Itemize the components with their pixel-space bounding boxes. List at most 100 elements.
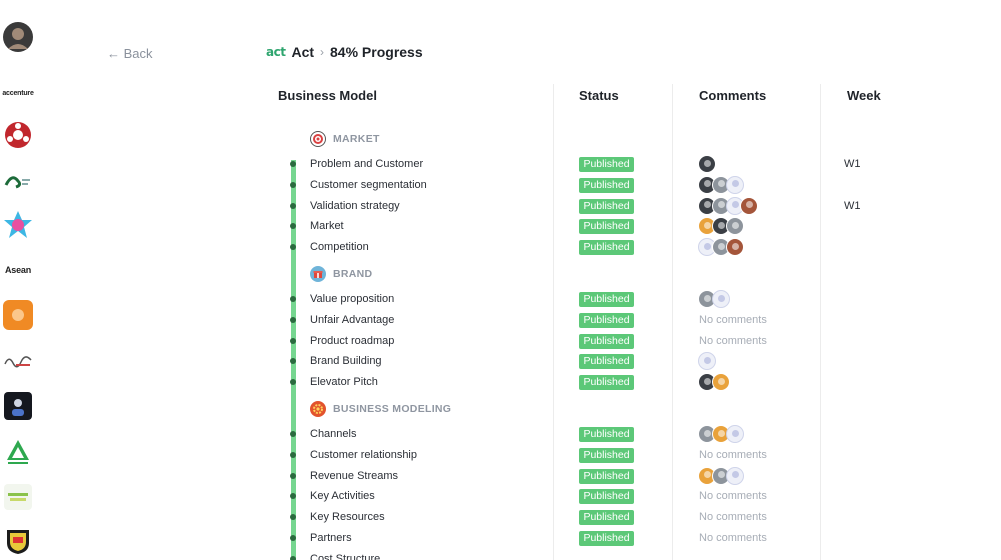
column-header-status: Status	[579, 88, 619, 103]
status-badge: Published	[579, 177, 634, 193]
avatar-head-icon	[745, 201, 753, 209]
commenter-avatar	[726, 466, 744, 485]
avatar-head-icon	[731, 471, 739, 479]
comment-avatars[interactable]	[698, 425, 744, 443]
avatar-head-icon	[703, 242, 711, 250]
asean-logo[interactable]: Asean	[3, 255, 33, 285]
user-avatar[interactable]	[3, 22, 33, 52]
status-badge: Published	[579, 157, 634, 172]
status-badge: Published	[579, 240, 634, 256]
row-label[interactable]: Customer relationship	[310, 449, 417, 461]
column-header-business-model: Business Model	[278, 88, 377, 103]
row-label[interactable]: Product roadmap	[310, 335, 394, 347]
section-header: BRAND	[310, 266, 372, 282]
green-triangle-logo[interactable]	[3, 437, 33, 467]
row-label[interactable]: Key Resources	[310, 511, 385, 523]
gift-icon	[310, 266, 326, 282]
dark-card-logo[interactable]	[3, 391, 33, 421]
timeline-dot	[290, 181, 296, 188]
row-label[interactable]: Value proposition	[310, 293, 394, 305]
no-comments-text: No comments	[699, 313, 767, 326]
comment-avatars[interactable]	[698, 238, 744, 257]
no-comments-text: No comments	[699, 490, 767, 503]
timeline-dot	[290, 472, 296, 479]
week-label: W1	[844, 158, 861, 170]
row-label[interactable]: Brand Building	[310, 355, 382, 367]
timeline-dot	[290, 337, 296, 344]
comment-avatars[interactable]	[698, 217, 744, 236]
green-org-logo[interactable]	[3, 166, 33, 196]
avatar-head-icon	[703, 356, 711, 364]
no-comments-text: No comments	[699, 511, 767, 524]
avatar-head-icon	[703, 471, 711, 479]
org-sidebar: accenture Asean	[0, 0, 36, 560]
status-badge: Published	[579, 292, 634, 307]
asean-logo-text: Asean	[4, 265, 31, 275]
back-link[interactable]: ← Back	[107, 46, 153, 61]
accenture-logo[interactable]: accenture	[2, 78, 34, 108]
row-label[interactable]: Partners	[310, 532, 352, 544]
status-badge: Published	[579, 531, 634, 546]
comment-avatars[interactable]	[698, 155, 716, 173]
red-lifebuoy-logo[interactable]	[3, 120, 33, 150]
target-icon	[310, 131, 326, 147]
avatar-head-icon	[717, 294, 725, 302]
timeline-dot	[290, 316, 296, 323]
row-label[interactable]: Market	[310, 220, 344, 232]
row-label[interactable]: Elevator Pitch	[310, 376, 378, 388]
column-divider	[820, 84, 821, 560]
shield-logo[interactable]	[3, 526, 33, 556]
section-title: BRAND	[333, 268, 373, 280]
status-badge: Published	[579, 198, 634, 214]
week-label: W1	[844, 199, 861, 212]
status-badge: Published	[579, 510, 634, 526]
script-logo[interactable]	[3, 346, 33, 376]
row-label[interactable]: Key Activities	[310, 490, 375, 502]
timeline-dot	[290, 431, 296, 437]
column-divider	[672, 84, 673, 560]
comment-avatars[interactable]	[698, 373, 730, 392]
timeline-dot	[290, 161, 296, 167]
timeline-dot	[290, 535, 296, 541]
column-header-week: Week	[847, 88, 881, 103]
star-badge-logo[interactable]	[3, 210, 33, 240]
row-label[interactable]: Cost Structure	[310, 553, 380, 560]
progress-title: 84% Progress	[330, 44, 423, 60]
section-title: BUSINESS MODELING	[333, 403, 452, 415]
timeline-dot	[290, 451, 296, 458]
orange-logo[interactable]	[3, 300, 33, 330]
row-label[interactable]: Problem and Customer	[310, 158, 423, 170]
status-badge: Published	[579, 447, 634, 463]
avatar-head-icon	[731, 201, 739, 209]
avatar-head-icon	[703, 180, 711, 188]
row-label[interactable]: Revenue Streams	[310, 470, 398, 482]
accenture-logo-text: accenture	[2, 89, 34, 97]
avatar-head-icon	[703, 221, 711, 229]
row-label[interactable]: Competition	[310, 241, 369, 253]
row-label[interactable]: Validation strategy	[310, 200, 400, 212]
column-header-comments: Comments	[699, 88, 767, 103]
row-label[interactable]: Unfair Advantage	[310, 314, 394, 326]
commenter-avatar	[726, 217, 744, 236]
avatar-head-icon	[731, 221, 739, 229]
timeline-dot	[290, 555, 296, 560]
comment-avatars[interactable]	[698, 175, 744, 194]
avatar-head-icon	[703, 294, 711, 302]
breadcrumb-act[interactable]: Act	[291, 44, 314, 60]
comment-avatars[interactable]	[698, 352, 716, 371]
row-label[interactable]: Channels	[310, 428, 356, 440]
commenter-avatar	[698, 352, 716, 371]
comment-avatars[interactable]	[698, 290, 730, 308]
row-label[interactable]: Customer segmentation	[310, 179, 427, 191]
green-text-logo[interactable]	[3, 482, 33, 512]
app-page: accenture Asean ← Back act Act › 84% Pro…	[0, 0, 1001, 560]
avatar-head-icon	[703, 201, 711, 209]
comment-avatars[interactable]	[698, 196, 758, 215]
act-logo-icon: act	[266, 45, 286, 59]
commenter-avatar	[698, 155, 716, 173]
comment-avatars[interactable]	[698, 466, 744, 485]
status-badge: Published	[579, 333, 634, 349]
commenter-avatar	[726, 425, 744, 443]
avatar-head-icon	[717, 429, 725, 437]
commenter-avatar	[712, 290, 730, 308]
